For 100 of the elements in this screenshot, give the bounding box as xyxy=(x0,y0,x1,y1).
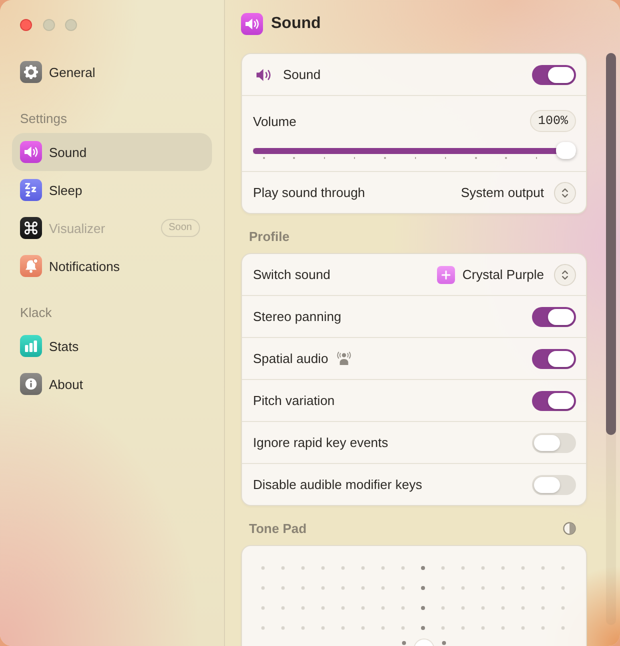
toggle-switch[interactable] xyxy=(532,390,576,410)
volume-readout: 100% xyxy=(530,110,576,132)
pad-dot xyxy=(481,606,485,610)
stepper-icon xyxy=(554,182,576,204)
speaker-icon xyxy=(256,68,272,82)
pad-dot xyxy=(341,586,345,590)
pad-dot xyxy=(402,641,406,645)
close-button[interactable] xyxy=(20,19,32,31)
pad-dot xyxy=(481,586,485,590)
pad-dot xyxy=(381,566,385,570)
pad-dot xyxy=(501,606,505,610)
toggle-switch[interactable] xyxy=(532,432,576,452)
pad-dot xyxy=(441,626,445,630)
pad-dot xyxy=(561,606,565,610)
bell-icon xyxy=(20,255,42,277)
pad-dot xyxy=(421,606,425,610)
pad-dot xyxy=(441,566,445,570)
pad-dot xyxy=(301,566,305,570)
pad-dot xyxy=(341,626,345,630)
pad-dot xyxy=(301,626,305,630)
gear-icon xyxy=(20,61,42,83)
plus-icon xyxy=(437,266,456,284)
sidebar-item[interactable]: Sleep xyxy=(12,171,212,209)
pad-dot xyxy=(281,586,285,590)
slider-tick xyxy=(505,157,507,158)
pad-dot xyxy=(461,566,465,570)
pad-dot xyxy=(521,586,525,590)
pad-dot xyxy=(461,626,465,630)
pad-dot xyxy=(501,566,505,570)
scrollbar-thumb[interactable] xyxy=(606,53,616,435)
pad-dot xyxy=(521,626,525,630)
row-label: Pitch variation xyxy=(253,392,335,409)
pad-dot xyxy=(281,606,285,610)
scrollbar[interactable] xyxy=(606,53,616,625)
pad-dot xyxy=(521,566,525,570)
slider-tick xyxy=(263,157,264,158)
pad-dot xyxy=(321,626,325,630)
row-label: Spatial audio xyxy=(253,350,328,367)
slider-thumb[interactable] xyxy=(556,142,576,159)
pad-dot xyxy=(481,626,485,630)
pad-dot xyxy=(261,606,265,610)
speaker-icon xyxy=(241,13,263,35)
row-label: Ignore rapid key events xyxy=(253,434,388,451)
page-title: Sound xyxy=(271,14,321,34)
pad-dot xyxy=(401,586,405,590)
popup-button[interactable]: Crystal Purple xyxy=(437,264,576,286)
toggle-switch[interactable] xyxy=(532,348,576,368)
pad-dot xyxy=(401,626,405,630)
toggle-switch[interactable] xyxy=(532,306,576,326)
pad-dot xyxy=(341,606,345,610)
row-label: Stereo panning xyxy=(253,308,342,325)
sidebar-item[interactable]: Stats xyxy=(12,327,212,365)
pad-dot xyxy=(461,586,465,590)
pad-dot xyxy=(541,606,545,610)
row-label: Switch sound xyxy=(253,266,330,283)
pad-dot xyxy=(501,626,505,630)
pad-dot xyxy=(361,606,365,610)
pad-dot xyxy=(561,626,565,630)
sidebar-item[interactable]: Notifications xyxy=(12,247,212,285)
sleep-icon xyxy=(20,179,42,201)
info-icon xyxy=(20,373,42,395)
row-label: Disable audible modifier keys xyxy=(253,476,422,493)
half-circle-icon[interactable] xyxy=(563,522,576,535)
stepper-icon xyxy=(554,264,576,286)
sidebar-item[interactable]: About xyxy=(12,365,212,403)
pad-dot xyxy=(361,626,365,630)
section-heading: Profile xyxy=(249,228,290,245)
pad-dot xyxy=(361,566,365,570)
pad-dot xyxy=(261,586,265,590)
pad-dot xyxy=(321,606,325,610)
pad-dot xyxy=(281,626,285,630)
bar-chart-icon xyxy=(20,335,42,357)
pad-dot xyxy=(561,566,565,570)
pad-dot xyxy=(321,586,325,590)
command-icon xyxy=(20,217,42,239)
pad-dot xyxy=(501,586,505,590)
pad-dot xyxy=(421,586,425,590)
sidebar-item[interactable]: Sound xyxy=(12,133,212,171)
pad-dot xyxy=(442,641,446,645)
sidebar-heading: Settings xyxy=(20,111,67,126)
pad-dot xyxy=(541,566,545,570)
pad-dot xyxy=(301,606,305,610)
popup-button[interactable]: System output xyxy=(460,182,576,204)
slider-tick xyxy=(293,157,295,158)
toggle-switch[interactable] xyxy=(532,474,576,494)
pad-handle[interactable] xyxy=(414,638,434,646)
pad-dot xyxy=(261,566,265,570)
pad-dot xyxy=(341,566,345,570)
slider-tick xyxy=(384,157,386,158)
pad-dot xyxy=(421,566,425,570)
pad-dot xyxy=(361,586,365,590)
sidebar-item[interactable]: General xyxy=(12,53,212,91)
pad-dot xyxy=(421,626,425,630)
toggle-switch[interactable] xyxy=(532,64,576,84)
soon-badge: Soon xyxy=(160,219,200,237)
pad-dot xyxy=(521,606,525,610)
pad-dot xyxy=(441,586,445,590)
pad-dot xyxy=(401,566,405,570)
sidebar-heading: Klack xyxy=(20,305,52,320)
pad-dot xyxy=(381,626,385,630)
